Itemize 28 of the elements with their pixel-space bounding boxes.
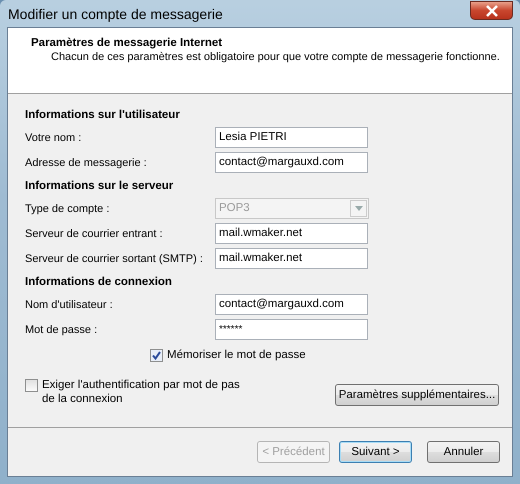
input-field[interactable]: contact@margauxd.com	[215, 294, 368, 315]
section-heading: Informations sur le serveur	[25, 179, 174, 194]
field-label: Votre nom :	[25, 132, 82, 144]
field-label: Mot de passe :	[25, 324, 98, 336]
checkbox-label: Exiger l'authentification par mot de pas de la connexion	[42, 378, 241, 406]
field-label: Serveur de courrier sortant (SMTP) :	[25, 252, 204, 264]
close-button[interactable]	[470, 1, 513, 20]
input-field[interactable]: contact@margauxd.com	[215, 152, 368, 173]
password-field[interactable]: ******	[215, 319, 368, 340]
header-title: Paramètres de messagerie Internet	[31, 37, 224, 49]
field-label: Type de compte :	[25, 202, 110, 214]
field-label: Serveur de courrier entrant :	[25, 228, 164, 240]
checkbox[interactable]	[25, 379, 38, 392]
input-field[interactable]: Lesia PIETRI	[215, 127, 368, 148]
section-heading: Informations de connexion	[25, 275, 173, 290]
window-title: Modifier un compte de messagerie	[7, 6, 223, 22]
section-heading: Informations sur l'utilisateur	[25, 108, 181, 123]
input-field[interactable]: mail.wmaker.net	[215, 223, 368, 244]
checkbox[interactable]	[150, 348, 163, 362]
close-icon	[484, 4, 498, 16]
dialog-button[interactable]: Annuler	[427, 441, 500, 463]
input-field[interactable]: mail.wmaker.net	[215, 248, 368, 269]
dialog-button[interactable]: Suivant >	[339, 441, 412, 463]
header-description: Chacun de ces paramètres est obligatoire pour que votre compte de messagerie fonctionne.	[50, 51, 501, 63]
field-label: Adresse de messagerie :	[25, 156, 148, 168]
more-settings-button[interactable]: Paramètres supplémentaires...	[335, 384, 499, 406]
field-label: Nom d'utilisateur :	[25, 298, 114, 310]
checkbox-label: Mémoriser le mot de passe	[167, 349, 306, 361]
